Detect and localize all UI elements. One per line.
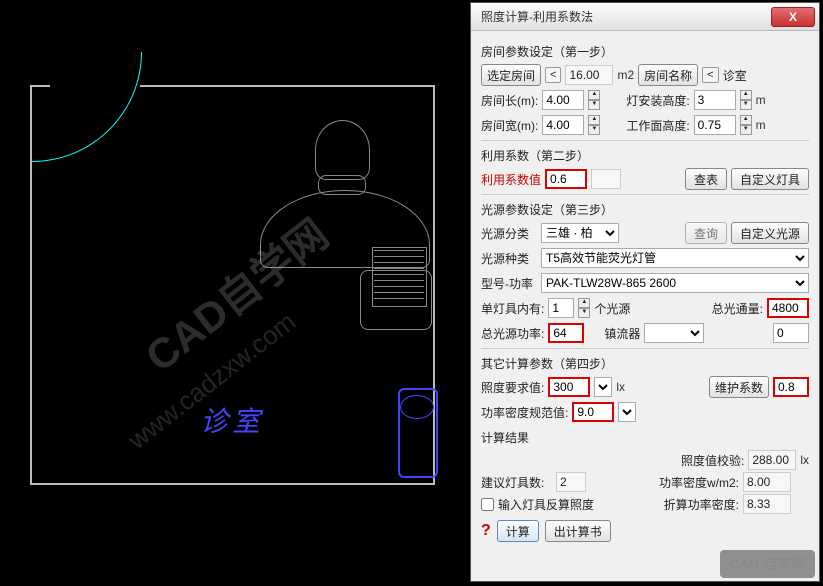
density-label: 功率密度规范值: (481, 404, 568, 421)
model-power-select[interactable]: PAK-TLW28W-865 2600 (541, 273, 809, 293)
step2-heading: 利用系数（第二步） (481, 147, 809, 164)
dialog-titlebar[interactable]: 照度计算-利用系数法 X (471, 3, 819, 31)
export-report-button[interactable]: 出计算书 (545, 520, 611, 542)
pd-value: 8.00 (743, 472, 791, 492)
install-h-unit: m (756, 93, 766, 107)
lighting-calc-dialog: 照度计算-利用系数法 X 房间参数设定（第一步） 选定房间 < 16.00 m2… (470, 2, 820, 582)
room-len-input[interactable] (542, 90, 584, 110)
help-button[interactable]: ? (481, 522, 491, 540)
select-room-button[interactable]: 选定房间 (481, 64, 541, 86)
furniture-chair (315, 120, 370, 180)
room-w-label: 房间宽(m): (481, 117, 538, 134)
room-area-value: 16.00 (565, 65, 613, 85)
step3-heading: 光源参数设定（第三步） (481, 201, 809, 218)
work-height-spinner[interactable]: ▲▼ (740, 115, 752, 135)
per-lamp-spinner[interactable]: ▲▼ (578, 298, 590, 318)
source-class-label: 光源分类 (481, 225, 537, 242)
maint-input[interactable] (773, 377, 809, 397)
ballast-select[interactable] (644, 323, 704, 343)
room-len-label: 房间长(m): (481, 92, 538, 109)
source-type-select[interactable]: T5高效节能荧光灯管 (541, 248, 809, 268)
lux-req-input[interactable] (548, 377, 590, 397)
lookup-button[interactable]: 查表 (685, 168, 727, 190)
area-unit: m2 (617, 68, 634, 82)
step4-heading: 其它计算参数（第四步） (481, 355, 809, 372)
room-w-spinner[interactable]: ▲▼ (588, 115, 600, 135)
source-type-label: 光源种类 (481, 250, 537, 267)
room-label-text: 诊室 (200, 400, 264, 440)
close-button[interactable]: X (771, 7, 815, 27)
lux-req-dropdown[interactable] (594, 377, 612, 397)
per-lamp-unit: 个光源 (594, 300, 630, 317)
query-button[interactable]: 查询 (685, 222, 727, 244)
lux-unit: lx (616, 380, 625, 394)
room-len-spinner[interactable]: ▲▼ (588, 90, 600, 110)
disc-pd-label: 折算功率密度: (664, 496, 739, 513)
ballast-label: 镇流器 (604, 325, 640, 342)
density-dropdown[interactable] (618, 402, 636, 422)
per-lamp-label: 单灯具内有: (481, 300, 544, 317)
input-lamp-checkbox[interactable] (481, 498, 494, 511)
work-height-input[interactable] (694, 115, 736, 135)
room-name-value: 诊室 (723, 67, 747, 84)
lux-req-label: 照度要求值: (481, 379, 544, 396)
coef-label: 利用系数值 (481, 171, 541, 188)
source-class-select[interactable]: 三雄 · 柏 (541, 223, 619, 243)
work-height-label: 工作面高度: (626, 117, 689, 134)
brand-watermark: CAD 自学网 (720, 550, 815, 578)
lux-check-unit: lx (800, 453, 809, 467)
install-height-input[interactable] (694, 90, 736, 110)
lux-check-value: 288.00 (748, 450, 796, 470)
custom-lamp-button[interactable]: 自定义灯具 (731, 168, 809, 190)
work-h-unit: m (756, 118, 766, 132)
area-less-button[interactable]: < (545, 67, 561, 83)
step1-heading: 房间参数设定（第一步） (481, 43, 809, 60)
flux-label: 总光通量: (712, 300, 763, 317)
furniture-bed-pillow (400, 395, 434, 419)
coef-extra (591, 169, 621, 189)
total-power-input[interactable] (548, 323, 584, 343)
suggest-label: 建议灯具数: (481, 474, 556, 491)
per-lamp-input[interactable] (548, 298, 574, 318)
furniture-cabinet-lines (374, 250, 424, 304)
input-lamp-label: 输入灯具反算照度 (498, 496, 594, 513)
flux-input[interactable] (767, 298, 809, 318)
disc-pd-value: 8.33 (743, 494, 791, 514)
dialog-title: 照度计算-利用系数法 (475, 8, 771, 25)
suggest-value: 2 (556, 472, 586, 492)
maint-button[interactable]: 维护系数 (709, 376, 769, 398)
density-input[interactable] (572, 402, 614, 422)
cad-canvas[interactable]: 诊室 CAD自学网 www.cadzxw.com (0, 0, 470, 586)
ballast-input[interactable] (773, 323, 809, 343)
results-heading: 计算结果 (481, 429, 809, 446)
coef-input[interactable] (545, 169, 587, 189)
calculate-button[interactable]: 计算 (497, 520, 539, 542)
install-height-label: 灯安装高度: (626, 92, 689, 109)
custom-source-button[interactable]: 自定义光源 (731, 222, 809, 244)
room-name-button[interactable]: 房间名称 (638, 64, 698, 86)
total-power-label: 总光源功率: (481, 325, 544, 342)
install-height-spinner[interactable]: ▲▼ (740, 90, 752, 110)
room-w-input[interactable] (542, 115, 584, 135)
model-power-label: 型号-功率 (481, 275, 537, 292)
pd-label: 功率密度w/m2: (659, 474, 739, 491)
lux-check-label: 照度值校验: (681, 452, 744, 469)
name-less-button[interactable]: < (702, 67, 718, 83)
